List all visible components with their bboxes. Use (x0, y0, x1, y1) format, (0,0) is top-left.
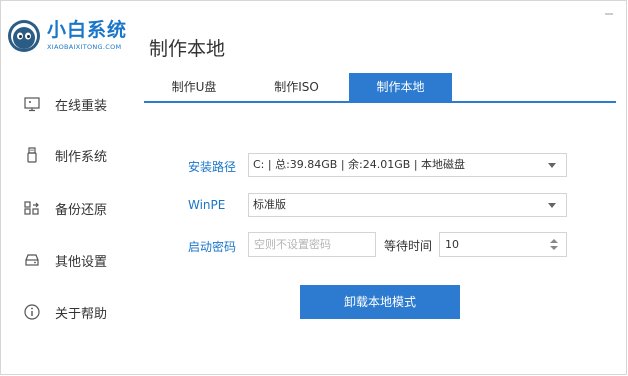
sidebar-item-label: 制作系统 (55, 149, 108, 165)
usb-icon (23, 146, 41, 164)
install-path-select[interactable]: C: | 总:39.84GB | 余:24.01GB | 本地磁盘 (248, 153, 567, 177)
wait-time-stepper[interactable]: 10 (439, 232, 567, 257)
install-path-value: C: | 总:39.84GB | 余:24.01GB | 本地磁盘 (253, 158, 466, 171)
drive-settings-icon (23, 251, 41, 269)
boot-password-label: 启动密码 (188, 240, 237, 254)
decrement-arrow-icon[interactable] (550, 246, 558, 250)
backup-grid-icon (23, 199, 41, 217)
uninstall-local-mode-button[interactable]: 卸载本地模式 (300, 285, 460, 319)
install-path-label: 安装路径 (188, 160, 237, 174)
logo-title: 小白系统 (47, 19, 128, 41)
sidebar: 小白系统 XIAOBAIXITONG.COM 在线重装 制作系统 备份还原 其他… (1, 1, 136, 374)
info-icon (23, 303, 41, 321)
chevron-down-icon (548, 163, 556, 168)
minimize-icon[interactable] (604, 9, 614, 19)
page-title: 制作本地 (149, 38, 226, 60)
wait-time-value: 10 (445, 238, 459, 251)
chevron-down-icon (548, 203, 556, 208)
tab-bar: 制作U盘 制作ISO 制作本地 (144, 73, 616, 103)
tab-make-local[interactable]: 制作本地 (349, 73, 452, 101)
tab-make-usb[interactable]: 制作U盘 (144, 73, 244, 101)
sidebar-item-other-settings[interactable]: 其他设置 (23, 249, 107, 271)
sidebar-item-label: 在线重装 (55, 98, 108, 114)
logo-icon (8, 20, 40, 52)
sidebar-item-make-system[interactable]: 制作系统 (23, 144, 107, 166)
sidebar-item-about-help[interactable]: 关于帮助 (23, 301, 107, 323)
sidebar-item-label: 其他设置 (55, 254, 108, 270)
app-logo: 小白系统 XIAOBAIXITONG.COM (7, 19, 137, 55)
sidebar-item-label: 备份还原 (55, 202, 108, 218)
app-window: 小白系统 XIAOBAIXITONG.COM 在线重装 制作系统 备份还原 其他… (0, 0, 627, 375)
sidebar-item-label: 关于帮助 (55, 306, 108, 322)
tab-make-iso[interactable]: 制作ISO (244, 73, 349, 101)
wait-time-label: 等待时间 (384, 239, 433, 253)
winpe-value: 标准版 (253, 198, 286, 211)
sidebar-item-online-reinstall[interactable]: 在线重装 (23, 93, 107, 115)
winpe-label: WinPE (188, 198, 226, 212)
increment-arrow-icon[interactable] (550, 239, 558, 243)
boot-password-input[interactable] (248, 232, 376, 257)
winpe-select[interactable]: 标准版 (248, 193, 567, 217)
logo-subtitle: XIAOBAIXITONG.COM (47, 43, 122, 51)
sidebar-item-backup-restore[interactable]: 备份还原 (23, 197, 107, 219)
monitor-icon (23, 95, 41, 113)
